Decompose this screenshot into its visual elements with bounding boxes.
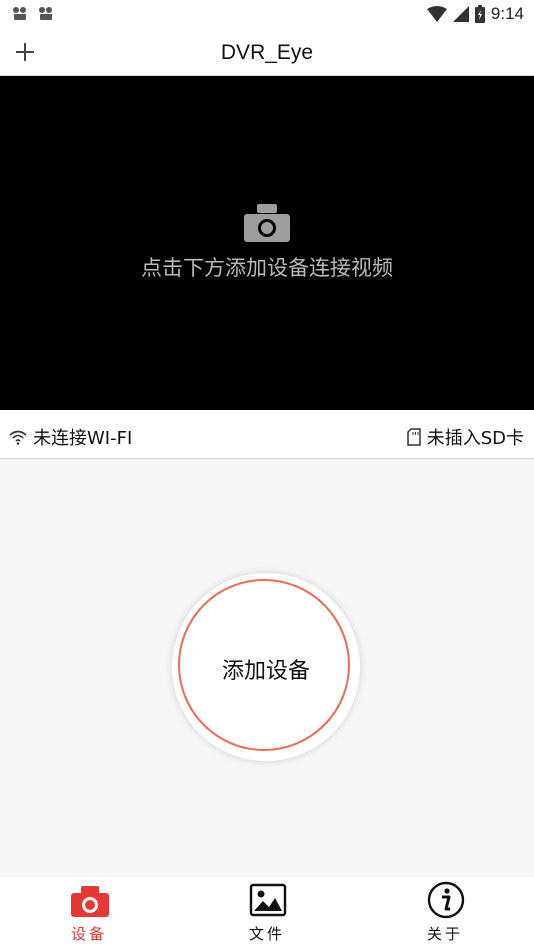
- info-bar: 未连接WI-FI 未插入SD卡: [0, 410, 534, 459]
- tab-about[interactable]: 关于: [356, 877, 534, 950]
- page-title: DVR_Eye: [220, 41, 314, 64]
- camera-icon: [71, 886, 109, 917]
- video-preview[interactable]: 点击下方添加设备连接视频: [0, 76, 534, 410]
- wifi-status-text: 未连接WI-FI: [33, 428, 133, 449]
- status-notifications: [12, 6, 54, 22]
- wifi-status: 未连接WI-FI: [9, 424, 132, 450]
- status-time: 9:14: [490, 4, 524, 23]
- status-bar: 9:14: [0, 0, 534, 30]
- sd-status-text: 未插入SD卡: [426, 428, 524, 449]
- sd-status: 未插入SD卡: [406, 424, 524, 450]
- camera-icon: [244, 204, 290, 242]
- tab-about-label: 关于: [426, 925, 463, 943]
- notification-icon: [39, 7, 52, 20]
- wifi-icon: [9, 430, 27, 445]
- info-icon: [427, 881, 465, 919]
- tab-devices-label: 设备: [70, 925, 107, 943]
- device-area: 添加设备: [0, 459, 534, 877]
- app-bar: DVR_Eye: [0, 30, 534, 76]
- sd-card-icon: [406, 428, 421, 446]
- notification-icon: [13, 7, 26, 20]
- video-hint-text: 点击下方添加设备连接视频: [141, 256, 393, 280]
- image-icon: [249, 883, 287, 917]
- tab-files-label: 文件: [248, 925, 285, 943]
- wifi-signal-icon: [426, 6, 447, 22]
- status-system: 9:14: [426, 4, 524, 24]
- battery-icon: [474, 5, 485, 23]
- add-device-label: 添加设备: [221, 659, 310, 684]
- tab-devices[interactable]: 设备: [0, 877, 178, 950]
- add-device-button[interactable]: 添加设备: [172, 573, 360, 761]
- bottom-tab-bar: 设备 文件 关于: [0, 877, 534, 950]
- cell-signal-icon: [452, 6, 469, 22]
- tab-files[interactable]: 文件: [178, 877, 356, 950]
